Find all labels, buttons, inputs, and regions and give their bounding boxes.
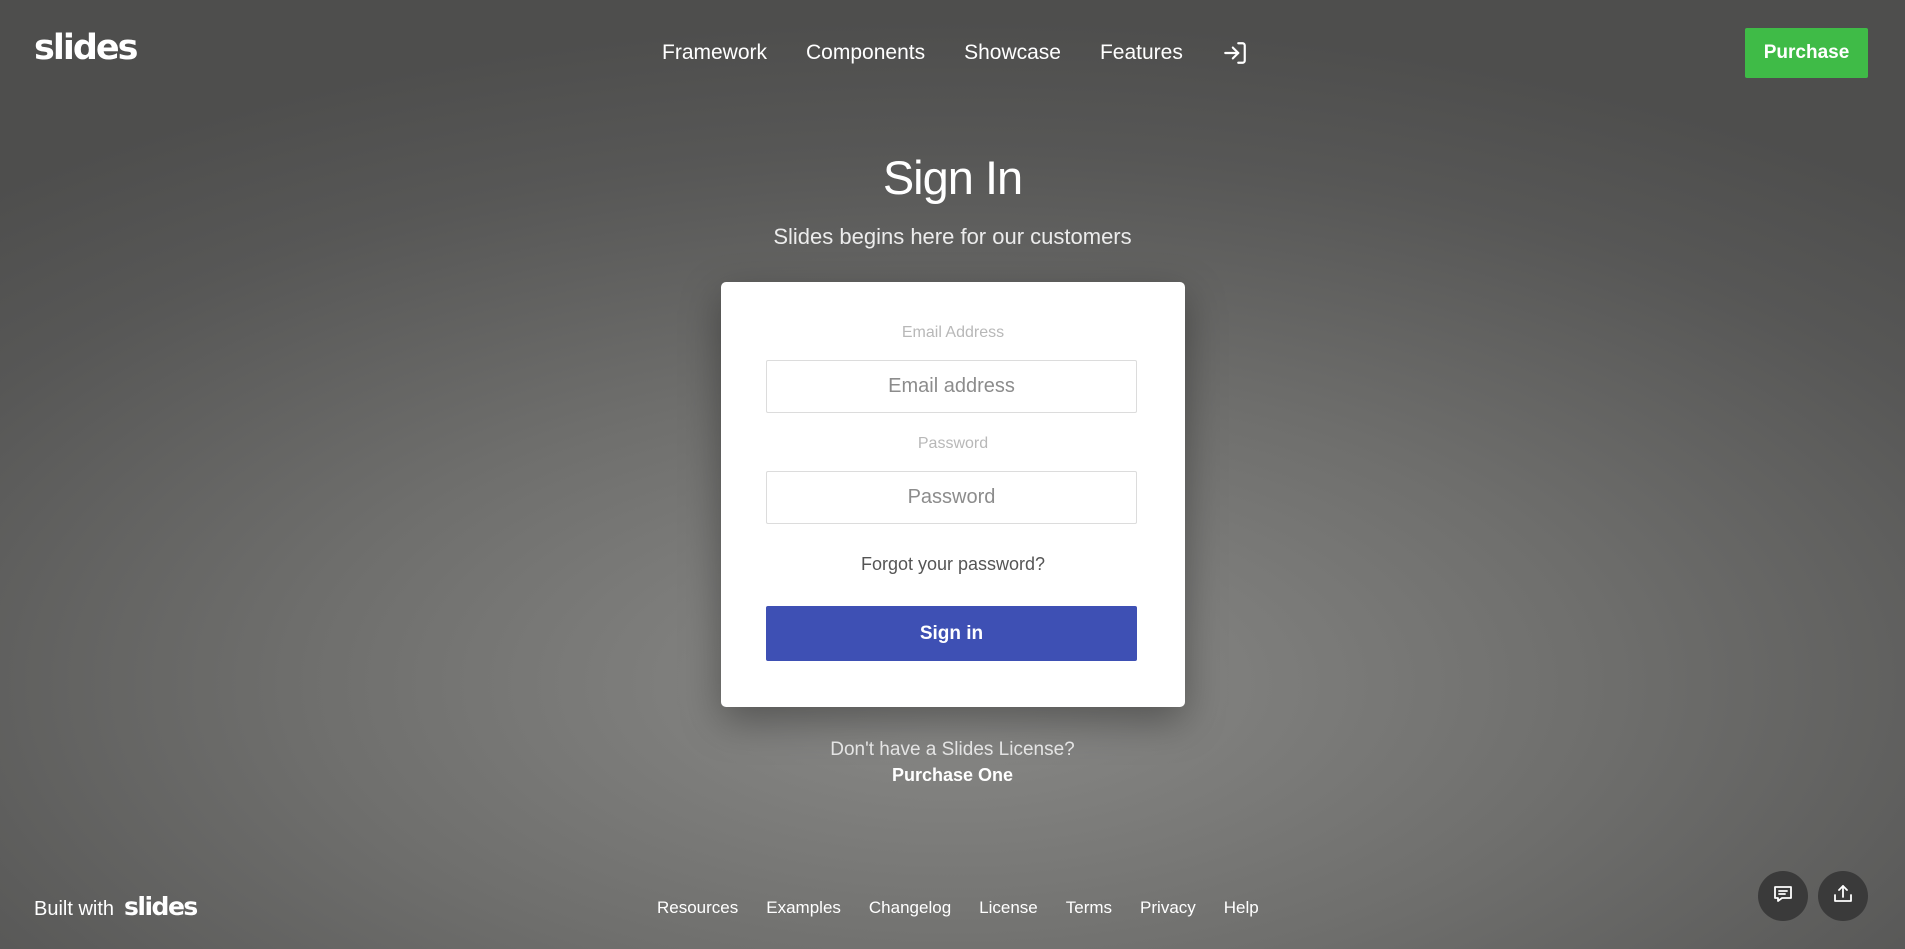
- footer-link-examples[interactable]: Examples: [766, 898, 841, 918]
- built-with-logo: slides: [124, 892, 198, 921]
- page-title: Sign In: [882, 151, 1023, 204]
- footer-link-changelog[interactable]: Changelog: [869, 898, 951, 918]
- purchase-button[interactable]: Purchase: [1745, 28, 1868, 78]
- no-license-text: Don't have a Slides License?: [830, 739, 1075, 760]
- footer-link-terms[interactable]: Terms: [1066, 898, 1112, 918]
- nav-components[interactable]: Components: [806, 38, 925, 68]
- password-field[interactable]: [766, 471, 1137, 524]
- footer-link-privacy[interactable]: Privacy: [1140, 898, 1196, 918]
- footer-links: Resources Examples Changelog License Ter…: [657, 898, 1287, 918]
- sign-in-button[interactable]: Sign in: [766, 606, 1137, 661]
- footer-link-license[interactable]: License: [979, 898, 1038, 918]
- nav-framework[interactable]: Framework: [662, 38, 767, 68]
- nav-features[interactable]: Features: [1100, 38, 1183, 68]
- forgot-password-link[interactable]: Forgot your password?: [721, 554, 1185, 575]
- chat-icon: [1771, 882, 1795, 911]
- nav-showcase[interactable]: Showcase: [964, 38, 1061, 68]
- built-with[interactable]: Built with slides: [34, 892, 198, 921]
- logo[interactable]: slides: [34, 28, 138, 68]
- purchase-one-link[interactable]: Purchase One: [0, 763, 1905, 787]
- built-with-label: Built with: [34, 898, 115, 920]
- main-nav: Framework Components Showcase Features: [662, 38, 1248, 68]
- email-label: Email Address: [901, 324, 1005, 341]
- share-button[interactable]: [1818, 871, 1868, 921]
- footer-link-help[interactable]: Help: [1224, 898, 1259, 918]
- chat-button[interactable]: [1758, 871, 1808, 921]
- footer-link-resources[interactable]: Resources: [657, 898, 738, 918]
- sign-in-icon[interactable]: [1222, 40, 1248, 66]
- page-subtitle: Slides begins here for our customers: [773, 224, 1132, 249]
- password-label: Password: [917, 435, 989, 452]
- sign-in-card: Email Address Password Forgot your passw…: [721, 282, 1185, 707]
- email-field[interactable]: [766, 360, 1137, 413]
- share-icon: [1831, 882, 1855, 911]
